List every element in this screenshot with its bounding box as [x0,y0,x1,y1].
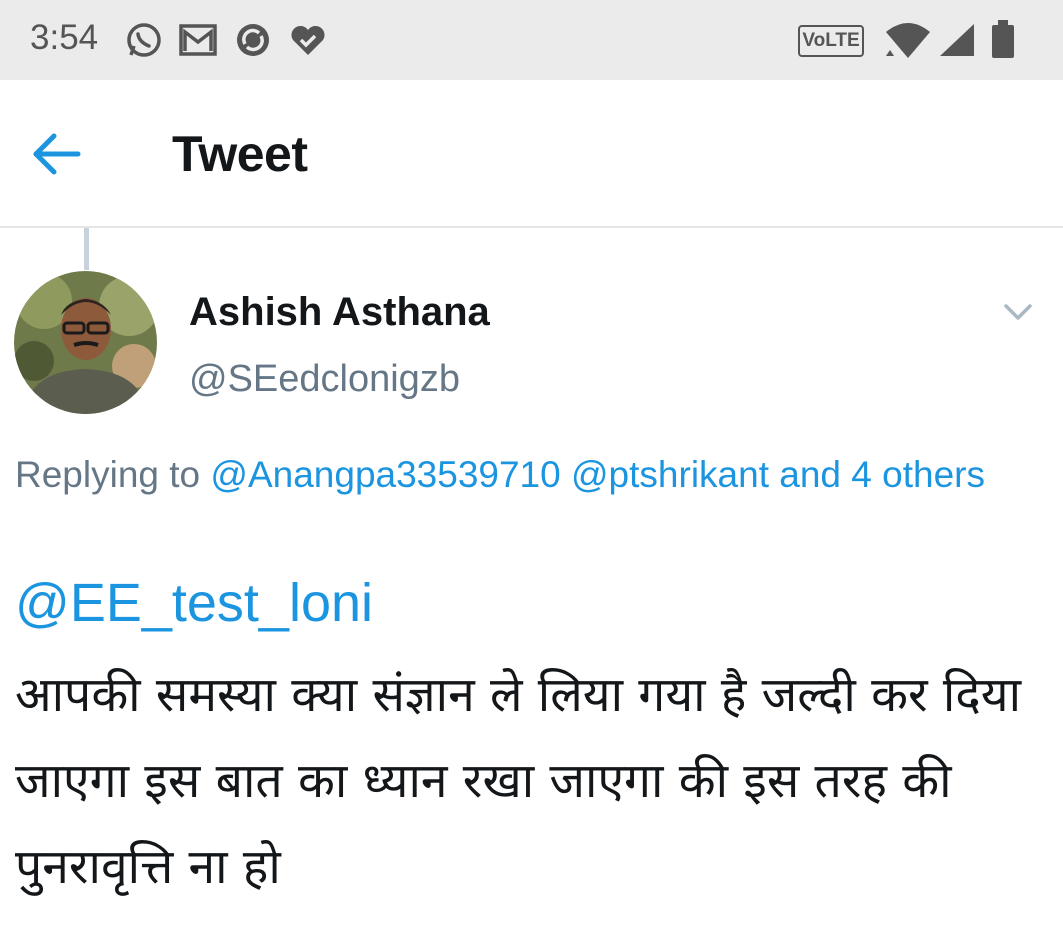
status-bar: 3:54 VoLTE [0,0,1063,80]
tweet-mention-link[interactable]: @EE_test_loni [15,572,373,634]
app-bar: Tweet [0,80,1063,228]
cell-signal-icon [940,24,974,56]
reply-mention-link[interactable]: @Anangpa33539710 [210,454,560,495]
page-title: Tweet [172,126,308,182]
battery-icon [992,20,1014,58]
replying-to: Replying to @Anangpa33539710 @ptshrikant… [15,448,1045,502]
sync-app-icon [237,24,269,56]
author-handle[interactable]: @SEedclonigzb [189,358,460,401]
back-arrow-icon[interactable] [30,132,84,176]
status-time: 3:54 [30,18,99,57]
gmail-icon [179,24,217,56]
heart-check-icon [291,25,325,55]
avatar[interactable] [14,271,157,414]
volte-badge: VoLTE [798,25,864,57]
whatsapp-icon [127,23,161,57]
tweet-text: आपकी समस्या क्या संज्ञान ले लिया गया है … [15,667,1022,895]
reply-others-link[interactable]: and 4 others [779,454,985,495]
chevron-down-icon[interactable] [998,296,1038,328]
wifi-icon [886,23,930,58]
thread-connector-line [84,228,89,270]
author-name[interactable]: Ashish Asthana [189,290,490,335]
replying-prefix: Replying to [15,454,201,495]
reply-mention-link[interactable]: @ptshrikant [571,454,769,495]
